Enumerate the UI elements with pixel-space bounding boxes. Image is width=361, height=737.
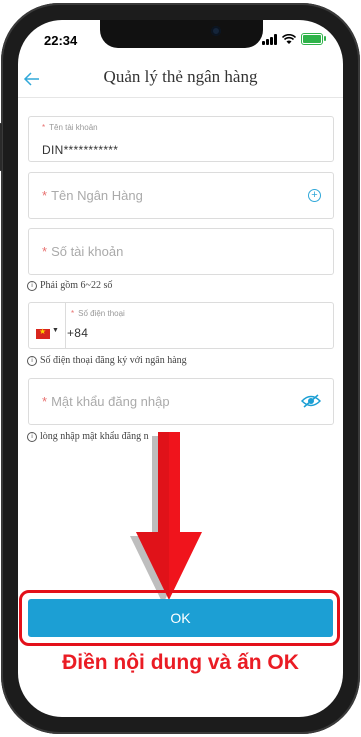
password-field[interactable]: * Mật khẩu đăng nhập [28,378,334,425]
phone-field[interactable]: ▼ *Số điện thoại +84 [28,302,334,349]
account-name-field[interactable]: * Tên tài khoản DIN*********** [28,116,334,162]
camera [211,26,221,36]
phone-screen: 22:34 Quản lý thẻ ngân hàng * Tên tài kho… [18,20,343,717]
info-icon: i [27,431,37,442]
info-icon: i [27,280,37,291]
status-icons [262,33,326,45]
phone-frame: 22:34 Quản lý thẻ ngân hàng * Tên tài kho… [0,3,360,734]
bank-name-placeholder: * Tên Ngân Hàng [42,188,143,203]
chevron-down-icon[interactable]: ▼ [52,327,59,334]
account-name-value: DIN*********** [42,143,119,157]
account-number-field[interactable]: * Số tài khoản [28,228,334,275]
info-icon: i [27,355,37,366]
phone-hint: i Số điện thoại đăng ký với ngân hàng [27,355,187,366]
wifi-icon [282,33,296,44]
plus-circle-icon[interactable]: + [308,189,321,202]
account-number-placeholder: * Số tài khoản [42,244,124,259]
phone-label: * Số điện thoại [71,309,125,318]
eye-icon[interactable] [301,393,321,409]
bank-name-field[interactable]: * Tên Ngân Hàng + [28,172,334,219]
account-name-label: * Tên tài khoản [42,123,98,132]
page-title: Quản lý thẻ ngân hàng [103,67,258,86]
vietnam-flag-icon[interactable] [36,327,50,339]
account-number-hint: i Phải gồm 6~22 số [27,280,112,291]
status-time: 22:34 [44,33,78,48]
password-placeholder: * Mật khẩu đăng nhập [42,394,170,409]
battery-icon [301,33,326,45]
phone-divider [65,303,66,348]
ok-highlight-frame [19,590,340,646]
notch [100,20,263,48]
instruction-caption: Điền nội dung và ấn OK [62,651,299,674]
header-divider [18,97,343,98]
signal-icon [262,33,277,45]
down-arrow-icon [130,432,202,602]
phone-code: +84 [67,326,89,340]
